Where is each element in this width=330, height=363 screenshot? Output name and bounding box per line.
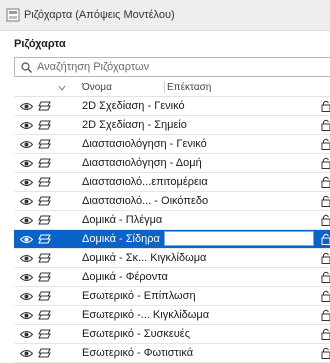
visibility-eye-icon[interactable] xyxy=(20,178,33,187)
table-body: 2D Σχεδίαση - Γενικό 2D Σχεδίαση - Σημείο… xyxy=(14,97,330,363)
search-icon xyxy=(21,62,32,73)
table-row[interactable]: Διαστασιολόγηση - Γενικό xyxy=(14,135,330,154)
table-header: Όνομα Επέκταση xyxy=(14,80,330,97)
lock-icon[interactable] xyxy=(321,252,330,264)
layer-icon[interactable] xyxy=(38,215,51,225)
visibility-eye-icon[interactable] xyxy=(20,254,33,263)
extension-cell[interactable] xyxy=(164,326,314,341)
lock-icon[interactable] xyxy=(321,290,330,302)
layer-name: Δομικά - Φέροντα xyxy=(82,271,168,283)
layer-icon[interactable] xyxy=(38,158,51,168)
visibility-eye-icon[interactable] xyxy=(20,159,33,168)
lock-icon[interactable] xyxy=(321,119,330,131)
panel-header: Ριζόχαρτα xyxy=(14,38,66,50)
window-title: Ριζόχαρτα (Απόψεις Μοντέλου) xyxy=(24,9,175,21)
table-row[interactable]: Εσωτερικό - Επίπλωση xyxy=(14,287,330,306)
table-row[interactable]: Δομικά - Πλέγμα xyxy=(14,211,330,230)
lock-icon[interactable] xyxy=(321,233,330,245)
extension-cell[interactable] xyxy=(164,250,314,265)
lock-icon[interactable] xyxy=(321,195,330,207)
visibility-eye-icon[interactable] xyxy=(20,140,33,149)
table-row[interactable]: Διαστασιολό...επιτομέρεια xyxy=(14,173,330,192)
extension-cell[interactable] xyxy=(164,345,314,360)
visibility-eye-icon[interactable] xyxy=(20,235,33,244)
layer-icon[interactable] xyxy=(38,291,51,301)
lock-icon[interactable] xyxy=(321,309,330,321)
lock-icon[interactable] xyxy=(321,347,330,359)
search-input[interactable] xyxy=(37,60,327,74)
lock-icon[interactable] xyxy=(321,157,330,169)
layer-name: Δομικά - Πλέγμα xyxy=(82,214,163,226)
extension-cell[interactable] xyxy=(164,288,314,303)
layer-icon[interactable] xyxy=(38,120,51,130)
layer-icon[interactable] xyxy=(38,234,51,244)
column-header-name[interactable]: Όνομα xyxy=(82,82,112,93)
table-row[interactable]: Διαστασιολό... - Οικόπεδο xyxy=(14,192,330,211)
layer-icon[interactable] xyxy=(38,177,51,187)
table-row[interactable]: Δομικά - Σκ... Κιγκλίδωμα xyxy=(14,249,330,268)
extension-cell[interactable] xyxy=(164,117,314,132)
visibility-eye-icon[interactable] xyxy=(20,311,33,320)
layer-icon[interactable] xyxy=(38,139,51,149)
layer-icon[interactable] xyxy=(38,272,51,282)
extension-cell[interactable] xyxy=(164,307,314,322)
search-box[interactable] xyxy=(14,57,330,77)
table-row[interactable]: Εσωτερικό - Συσκευές xyxy=(14,325,330,344)
app-icon xyxy=(6,8,20,22)
layer-name: Δομικά - Σίδηρα xyxy=(82,233,160,245)
visibility-eye-icon[interactable] xyxy=(20,121,33,130)
lock-icon[interactable] xyxy=(321,214,330,226)
layer-icon[interactable] xyxy=(38,348,51,358)
column-header-extension[interactable]: Επέκταση xyxy=(167,82,211,93)
table-row[interactable]: Διαστασιολόγηση - Δομή xyxy=(14,154,330,173)
table-row[interactable]: Δομικά - Σίδηρα xyxy=(14,230,330,249)
layer-icon[interactable] xyxy=(38,196,51,206)
visibility-eye-icon[interactable] xyxy=(20,197,33,206)
layer-icon[interactable] xyxy=(38,101,51,111)
table-row[interactable]: Δομικά - Φέροντα xyxy=(14,268,330,287)
layer-icon[interactable] xyxy=(38,253,51,263)
extension-cell[interactable] xyxy=(164,136,314,151)
layer-table: Όνομα Επέκταση 2D Σχεδίαση - Γενικό 2D Σχ… xyxy=(14,80,330,363)
visibility-eye-icon[interactable] xyxy=(20,330,33,339)
visibility-eye-icon[interactable] xyxy=(20,349,33,358)
extension-cell[interactable] xyxy=(164,231,314,246)
extension-cell[interactable] xyxy=(164,193,314,208)
lock-icon[interactable] xyxy=(321,328,330,340)
column-divider[interactable] xyxy=(164,81,165,93)
lock-icon[interactable] xyxy=(321,138,330,150)
visibility-eye-icon[interactable] xyxy=(20,273,33,282)
lock-icon[interactable] xyxy=(321,176,330,188)
lock-icon[interactable] xyxy=(321,271,330,283)
layer-icon[interactable] xyxy=(38,329,51,339)
extension-cell[interactable] xyxy=(164,269,314,284)
sort-arrow-icon xyxy=(58,85,66,91)
table-row[interactable]: 2D Σχεδίαση - Σημείο xyxy=(14,116,330,135)
extension-cell[interactable] xyxy=(164,155,314,170)
visibility-eye-icon[interactable] xyxy=(20,292,33,301)
extension-cell[interactable] xyxy=(164,98,314,113)
title-bar: Ριζόχαρτα (Απόψεις Μοντέλου) xyxy=(0,0,330,31)
table-row[interactable]: Εσωτερικό - Φωτιστικά xyxy=(14,344,330,363)
lock-icon[interactable] xyxy=(321,100,330,112)
table-row[interactable]: Εσωτερικό -... Κιγκλίδωμα xyxy=(14,306,330,325)
visibility-eye-icon[interactable] xyxy=(20,216,33,225)
layer-icon[interactable] xyxy=(38,310,51,320)
extension-cell[interactable] xyxy=(164,174,314,189)
extension-cell[interactable] xyxy=(164,212,314,227)
visibility-eye-icon[interactable] xyxy=(20,102,33,111)
table-row[interactable]: 2D Σχεδίαση - Γενικό xyxy=(14,97,330,116)
